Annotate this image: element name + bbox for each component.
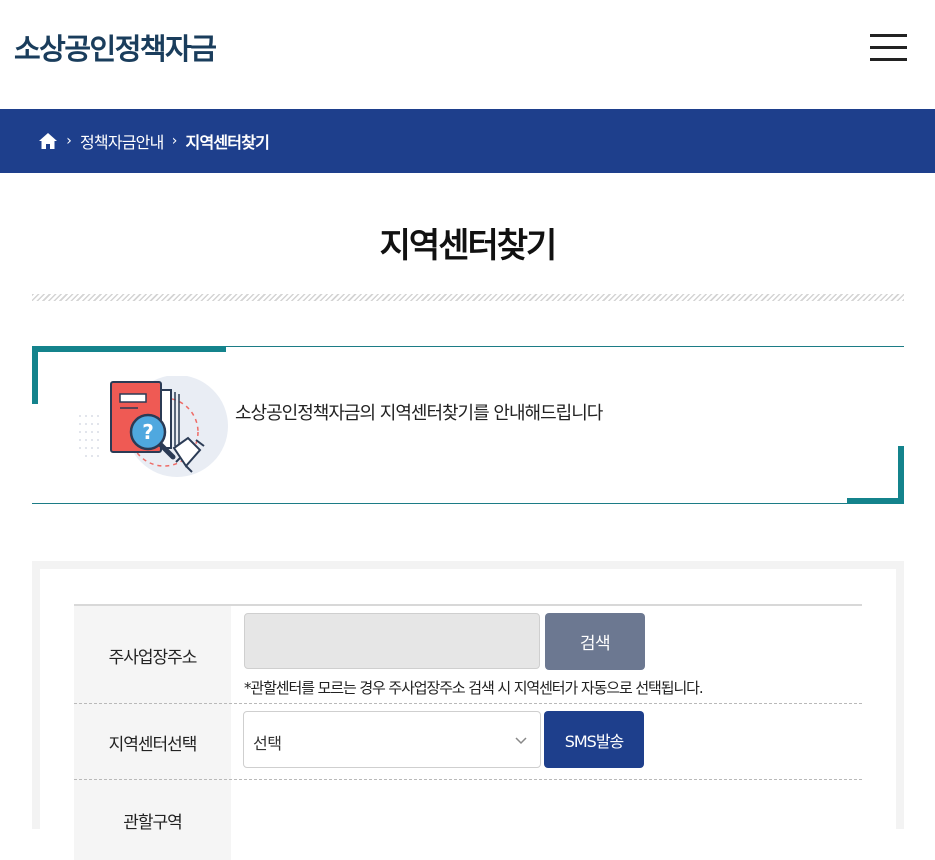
- center-row: 지역센터선택 선택 SMS발송: [74, 704, 862, 780]
- chevron-right-icon: ›: [66, 133, 72, 149]
- intro-box: ? 소상공인정책자금의 지역센터찾기를 안내해드립니다: [32, 346, 904, 504]
- jurisdiction-row: 관할구역: [74, 780, 862, 860]
- breadcrumb-item-policy-guide[interactable]: 정책자금안내: [80, 129, 164, 153]
- address-search-button[interactable]: 검색: [545, 613, 645, 670]
- menu-bar: [870, 58, 907, 61]
- jurisdiction-label: 관할구역: [74, 780, 231, 860]
- site-header: 소상공인정책자금: [0, 0, 935, 109]
- menu-bar: [870, 34, 907, 37]
- hamburger-menu-icon[interactable]: [870, 34, 907, 62]
- home-icon[interactable]: [38, 132, 58, 150]
- chevron-right-icon: ›: [171, 133, 178, 149]
- corner-accent: [847, 498, 904, 504]
- menu-bar: [870, 46, 907, 49]
- book-magnifier-illustration-icon: ?: [79, 376, 228, 477]
- address-input[interactable]: [244, 613, 540, 669]
- center-select[interactable]: 선택: [243, 711, 541, 768]
- corner-accent: [32, 346, 38, 404]
- center-select-value: 선택: [253, 734, 282, 753]
- corner-accent: [898, 446, 904, 504]
- address-note: *관할센터를 모르는 경우 주사업장주소 검색 시 지역센터가 자동으로 선택됩…: [244, 679, 704, 697]
- site-logo[interactable]: 소상공인정책자금: [14, 26, 217, 68]
- page-title: 지역센터찾기: [379, 226, 558, 266]
- chevron-down-icon: [515, 737, 527, 745]
- sms-send-button[interactable]: SMS발송: [544, 711, 644, 768]
- address-label: 주사업장주소: [74, 606, 231, 704]
- hatched-divider: [32, 294, 904, 301]
- intro-text: 소상공인정책자금의 지역센터찾기를 안내해드립니다: [235, 403, 603, 424]
- corner-accent: [32, 346, 226, 352]
- address-row: 주사업장주소 검색 *관할센터를 모르는 경우 주사업장주소 검색 시 지역센터…: [74, 606, 862, 704]
- svg-text:?: ?: [142, 420, 154, 444]
- breadcrumb: › 정책자금안내 › 지역센터찾기: [0, 109, 935, 173]
- breadcrumb-item-current: 지역센터찾기: [185, 133, 270, 152]
- intro-border-bottom: [32, 503, 904, 504]
- center-label: 지역센터선택: [74, 704, 231, 780]
